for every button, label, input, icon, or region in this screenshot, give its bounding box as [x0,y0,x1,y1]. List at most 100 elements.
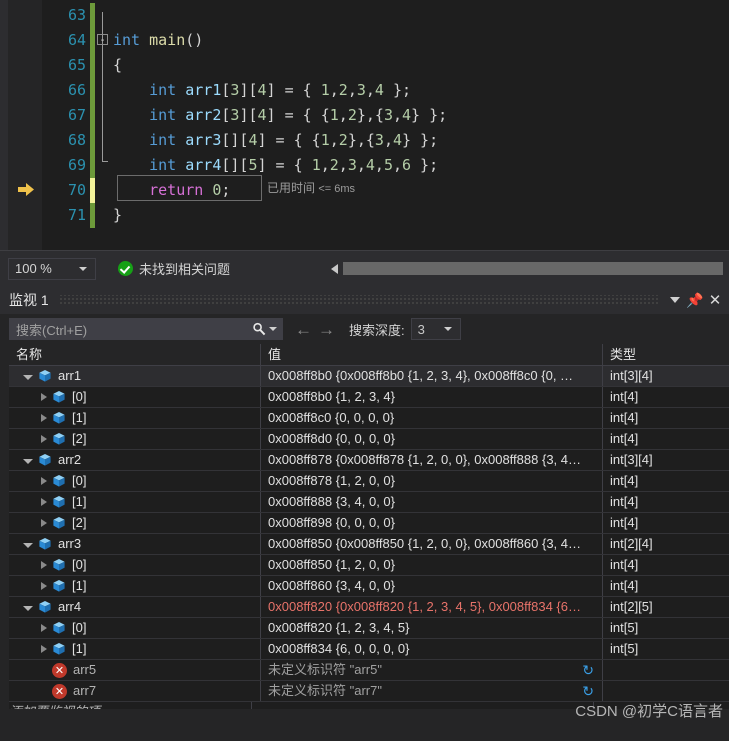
table-row[interactable]: [2] 0x008ff898 {0, 0, 0, 0} int[4] [9,513,729,534]
cell-value[interactable]: 0x008ff850 {1, 2, 0, 0} [260,555,602,575]
horizontal-scrollbar[interactable] [331,262,723,276]
code-token: 2 [338,131,348,149]
table-row[interactable]: [0] 0x008ff850 {1, 2, 0, 0} int[4] [9,555,729,576]
cell-value[interactable]: 0x008ff8d0 {0, 0, 0, 0} [260,429,602,449]
code-line[interactable] [95,3,729,28]
column-header-type[interactable]: 类型 [602,344,729,365]
refresh-icon[interactable]: ↻ [582,662,594,678]
table-row[interactable]: [0] 0x008ff8b0 {1, 2, 3, 4} int[4] [9,387,729,408]
search-input[interactable]: 搜索(Ctrl+E) [9,318,283,340]
search-previous-icon[interactable]: ← [295,321,312,338]
pin-window-button[interactable]: 📌 [685,290,705,310]
cell-value[interactable]: 0x008ff860 {3, 4, 0, 0} [260,576,602,596]
cell-name[interactable]: arr3 [9,534,260,554]
watch-expression-name: [0] [72,473,87,488]
table-row[interactable]: ✕ arr5 未定义标识符 "arr5" ↻ [9,660,729,681]
code-line[interactable]: int arr3[][4] = { {1,2},{3,4} }; [95,128,729,153]
expander-collapse-icon[interactable] [23,605,33,611]
expander-expand-icon[interactable] [41,477,47,485]
table-row[interactable]: [1] 0x008ff834 {6, 0, 0, 0, 0} int[5] [9,639,729,660]
cell-name[interactable]: [2] [9,513,260,533]
expander-collapse-icon[interactable] [23,542,33,548]
watch-grid[interactable]: 名称 值 类型 arr1 0x008ff8b0 {0x008ff8b0 {1, 2… [0,344,729,723]
cell-name[interactable]: [0] [9,618,260,638]
cell-value[interactable]: 未定义标识符 "arr7" ↻ [260,681,602,701]
collapse-region-icon[interactable]: - [97,34,108,45]
code-line[interactable]: int arr1[3][4] = { 1,2,3,4 }; [95,78,729,103]
search-depth-combobox[interactable]: 3 [410,318,461,340]
cell-value[interactable]: 0x008ff8b0 {1, 2, 3, 4} [260,387,602,407]
table-row[interactable]: [2] 0x008ff8d0 {0, 0, 0, 0} int[4] [9,429,729,450]
search-icon[interactable] [252,322,266,336]
cell-value[interactable]: 0x008ff834 {6, 0, 0, 0, 0} [260,639,602,659]
table-row[interactable]: arr4 0x008ff820 {0x008ff820 {1, 2, 3, 4, … [9,597,729,618]
cell-name[interactable]: [2] [9,429,260,449]
cell-name[interactable]: [1] [9,576,260,596]
expander-expand-icon[interactable] [41,393,47,401]
cell-name[interactable]: [0] [9,387,260,407]
cell-value[interactable]: 0x008ff898 {0, 0, 0, 0} [260,513,602,533]
column-header-value[interactable]: 值 [260,344,602,365]
cell-type [602,660,729,680]
table-row[interactable]: [1] 0x008ff8c0 {0, 0, 0, 0} int[4] [9,408,729,429]
expander-expand-icon[interactable] [41,414,47,422]
code-line[interactable]: { [95,53,729,78]
cell-name[interactable]: [0] [9,471,260,491]
table-row[interactable]: [0] 0x008ff878 {1, 2, 0, 0} int[4] [9,471,729,492]
cell-value[interactable]: 0x008ff8c0 {0, 0, 0, 0} [260,408,602,428]
table-row[interactable]: [1] 0x008ff888 {3, 4, 0, 0} int[4] [9,492,729,513]
table-row[interactable]: [0] 0x008ff820 {1, 2, 3, 4, 5} int[5] [9,618,729,639]
expander-expand-icon[interactable] [41,645,47,653]
cell-name[interactable]: [1] [9,639,260,659]
zoom-level-combobox[interactable]: 100 % [8,257,96,280]
table-row[interactable]: arr1 0x008ff8b0 {0x008ff8b0 {1, 2, 3, 4},… [9,366,729,387]
code-line[interactable]: int arr2[3][4] = { {1,2},{3,4} }; [95,103,729,128]
expander-expand-icon[interactable] [41,624,47,632]
cell-value[interactable]: 0x008ff878 {0x008ff878 {1, 2, 0, 0}, 0x0… [260,450,602,470]
table-row[interactable]: arr3 0x008ff850 {0x008ff850 {1, 2, 0, 0},… [9,534,729,555]
scroll-left-icon[interactable] [331,263,338,274]
table-row[interactable]: arr2 0x008ff878 {0x008ff878 {1, 2, 0, 0},… [9,450,729,471]
expander-expand-icon[interactable] [41,435,47,443]
cell-name[interactable]: ✕ arr7 [9,681,260,701]
column-header-name[interactable]: 名称 [9,344,260,365]
cell-name[interactable]: [0] [9,555,260,575]
scrollbar-thumb[interactable] [343,262,723,275]
cell-name[interactable]: arr2 [9,450,260,470]
cell-name[interactable]: [1] [9,408,260,428]
table-row[interactable]: [1] 0x008ff860 {3, 4, 0, 0} int[4] [9,576,729,597]
refresh-icon[interactable]: ↻ [582,683,594,699]
expander-expand-icon[interactable] [41,498,47,506]
expander-collapse-icon[interactable] [23,374,33,380]
code-text-area[interactable]: - int main(){ int arr1[3][4] = { 1,2,3,4 … [95,0,729,250]
cell-value[interactable]: 0x008ff878 {1, 2, 0, 0} [260,471,602,491]
cell-value[interactable]: 0x008ff850 {0x008ff850 {1, 2, 0, 0}, 0x0… [260,534,602,554]
code-editor[interactable]: 63 64 65 66 67 68 69 70 71 - int main(){ int arr1… [0,0,729,250]
code-line[interactable]: - int main() [95,28,729,53]
expander-collapse-icon[interactable] [23,458,33,464]
cell-value[interactable]: 0x008ff820 {1, 2, 3, 4, 5} [260,618,602,638]
cell-value[interactable]: 未定义标识符 "arr5" ↻ [260,660,602,680]
editor-indicator-margin[interactable] [8,0,42,250]
cell-name[interactable]: arr1 [9,366,260,386]
search-options-chevron-icon[interactable] [269,327,277,331]
cell-name[interactable]: arr4 [9,597,260,617]
cell-name[interactable]: ✕ arr5 [9,660,260,680]
cell-name[interactable]: [1] [9,492,260,512]
cell-value[interactable]: 0x008ff8b0 {0x008ff8b0 {1, 2, 3, 4}, 0x0… [260,366,602,386]
cell-value[interactable]: 0x008ff888 {3, 4, 0, 0} [260,492,602,512]
cell-value[interactable]: 0x008ff820 {0x008ff820 {1, 2, 3, 4, 5}, … [260,597,602,617]
close-window-button[interactable]: ✕ [705,290,725,310]
grid-rows[interactable]: arr1 0x008ff8b0 {0x008ff8b0 {1, 2, 3, 4},… [9,366,729,702]
expander-expand-icon[interactable] [41,519,47,527]
code-line[interactable]: } [95,203,729,228]
search-navigation[interactable]: ← → [295,321,335,338]
search-next-icon[interactable]: → [318,321,335,338]
window-menu-button[interactable] [665,290,685,310]
object-cube-icon [52,579,66,593]
object-cube-icon [38,600,52,614]
table-row[interactable]: ✕ arr7 未定义标识符 "arr7" ↻ [9,681,729,702]
expander-expand-icon[interactable] [41,582,47,590]
expander-expand-icon[interactable] [41,561,47,569]
